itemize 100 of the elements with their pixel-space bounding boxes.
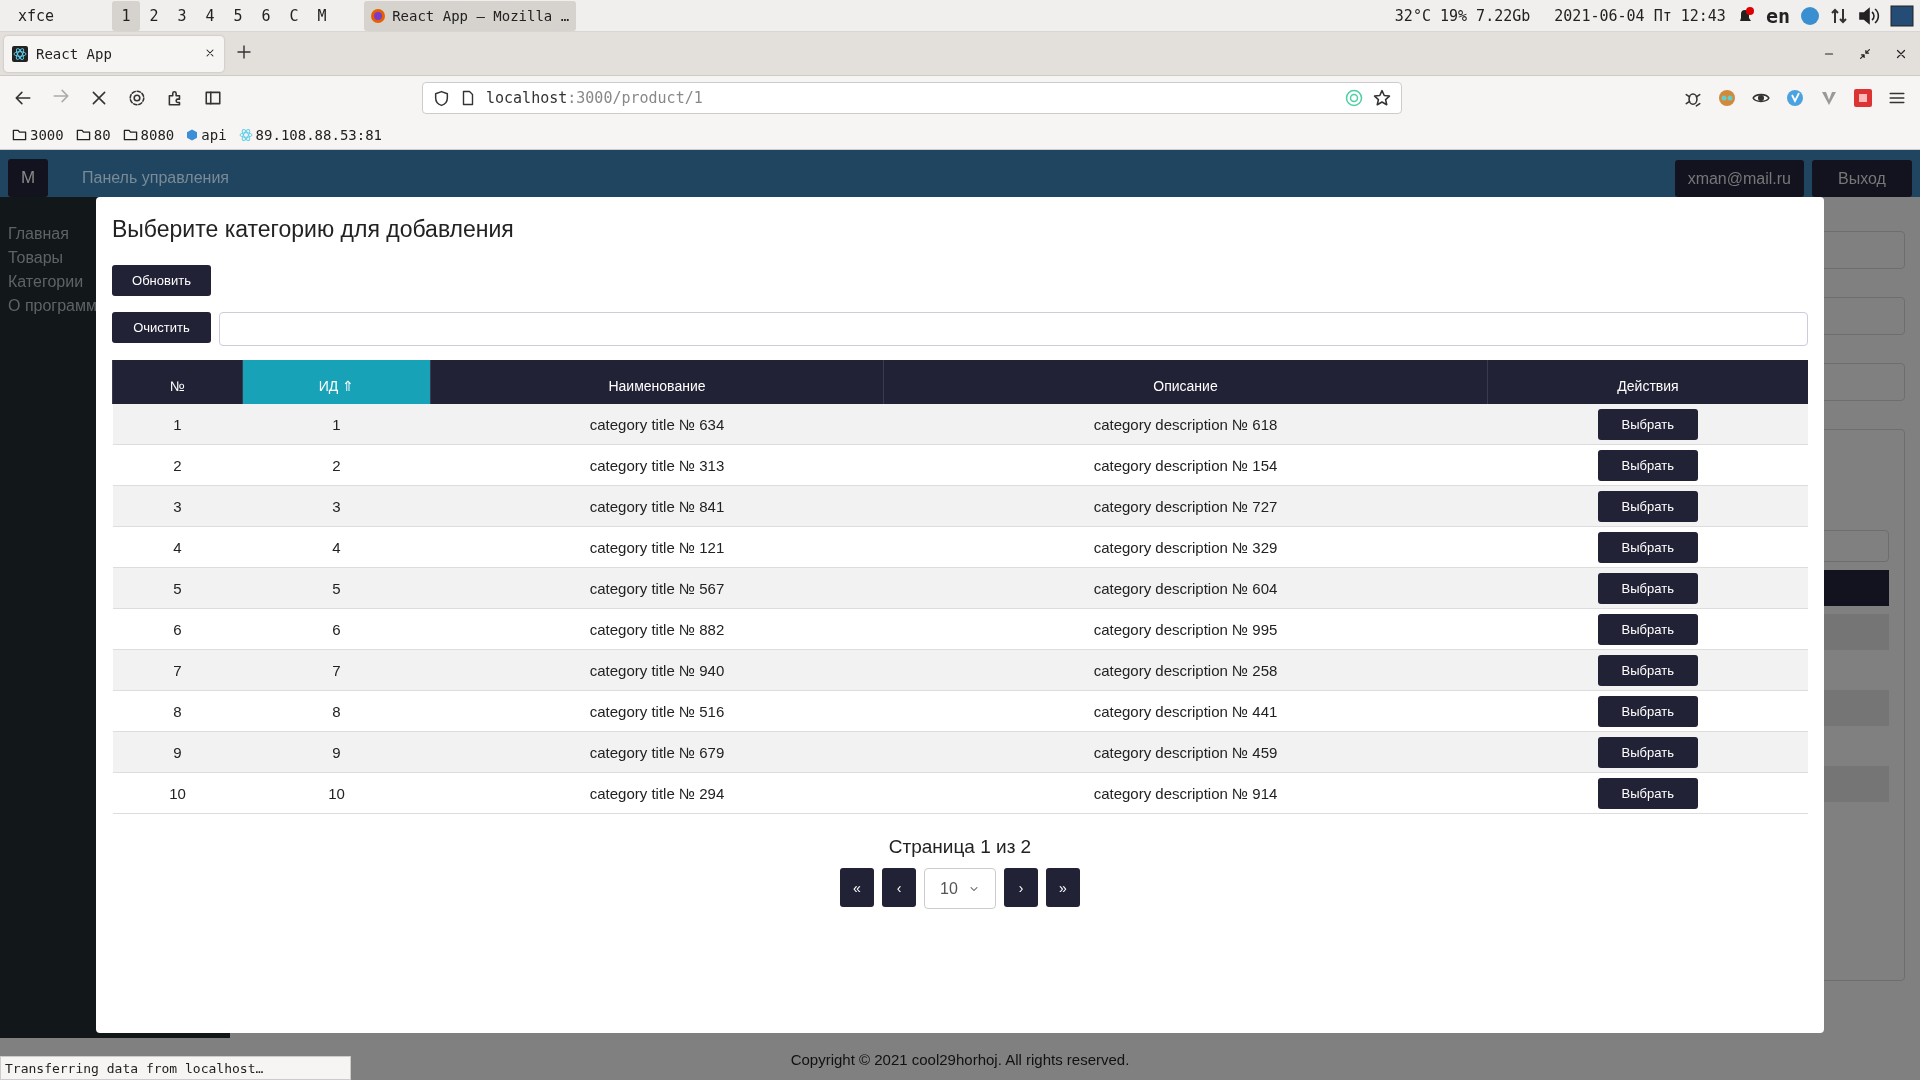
status-text: Transferring data from localhost…	[0, 1056, 351, 1080]
select-button[interactable]: Выбрать	[1597, 736, 1698, 768]
menu-label[interactable]: xfce	[0, 6, 73, 25]
user-button[interactable]: xman@mail.ru	[1674, 160, 1804, 197]
table-cell: category description № 459	[1093, 743, 1278, 761]
bookmark[interactable]: api	[186, 126, 227, 143]
workspace-button[interactable]: C	[280, 0, 309, 31]
select-button[interactable]: Выбрать	[1597, 531, 1698, 563]
workspace-button[interactable]: 3	[168, 0, 197, 31]
shield-icon	[433, 89, 450, 107]
check-badge-icon[interactable]	[1786, 89, 1804, 107]
monitor-icon[interactable]	[1890, 4, 1914, 27]
folder-icon	[122, 127, 138, 142]
table-cell: category description № 329	[1093, 538, 1278, 556]
last-page-button[interactable]: »	[1046, 868, 1080, 907]
browser-icon	[370, 7, 387, 24]
table-cell: category description № 914	[1093, 784, 1278, 802]
table-cell: 6	[173, 620, 182, 638]
table-cell: 5	[332, 579, 341, 597]
address-bar[interactable]: localhost:3000/product/1	[422, 82, 1402, 114]
back-icon[interactable]	[14, 89, 32, 107]
table-cell: category description № 154	[1093, 456, 1278, 474]
restore-icon[interactable]	[1858, 46, 1872, 61]
workspace-button[interactable]: 5	[224, 0, 253, 31]
table-cell: 1	[173, 415, 182, 433]
cube-icon	[186, 128, 199, 141]
table-cell: category title № 882	[589, 620, 725, 638]
column-header[interactable]: Описание	[883, 360, 1488, 404]
table-cell: category description № 618	[1093, 415, 1278, 433]
star-icon[interactable]	[1373, 89, 1391, 107]
column-header[interactable]: Наименование	[430, 360, 884, 404]
sidebar-icon[interactable]	[204, 89, 222, 107]
filter-field[interactable]	[219, 312, 1808, 346]
folder-icon	[75, 127, 91, 142]
workspace-button[interactable]: 6	[252, 0, 281, 31]
table-cell: category title № 567	[589, 579, 725, 597]
stop-icon[interactable]	[90, 89, 108, 107]
workspace-button[interactable]: 4	[196, 0, 225, 31]
copyright-text: Copyright © 2021 cool29horhoj. All rights reserved.	[790, 1050, 1130, 1068]
table-cell: category description № 604	[1093, 579, 1278, 597]
previous-page-button[interactable]: ‹	[882, 868, 916, 907]
table-cell: category title № 841	[589, 497, 725, 515]
select-button[interactable]: Выбрать	[1597, 490, 1698, 522]
select-button[interactable]: Выбрать	[1597, 408, 1698, 440]
table-cell: 9	[173, 743, 182, 761]
column-header[interactable]: №	[112, 360, 243, 404]
logo[interactable]: M	[8, 159, 48, 197]
table-cell: 4	[173, 538, 182, 556]
table-cell: 6	[332, 620, 341, 638]
page-size-select[interactable]: 10	[924, 868, 996, 909]
bookmark[interactable]: 80	[75, 126, 111, 143]
refresh-button[interactable]: Обновить	[112, 265, 211, 296]
first-page-button[interactable]: «	[840, 868, 874, 907]
select-button[interactable]: Выбрать	[1597, 572, 1698, 604]
select-button[interactable]: Выбрать	[1597, 777, 1698, 809]
app-title: Панель управления	[82, 169, 229, 187]
workspace-button[interactable]: 2	[140, 0, 169, 31]
network-icon[interactable]	[1830, 6, 1848, 25]
table-cell: category title № 121	[589, 538, 725, 556]
keyboard-layout[interactable]: en	[1765, 3, 1790, 28]
table-cell: category description № 441	[1093, 702, 1278, 720]
bookmark[interactable]: 8080	[122, 126, 175, 143]
plus-icon[interactable]	[236, 43, 252, 60]
table-cell: category description № 995	[1093, 620, 1278, 638]
select-button[interactable]: Выбрать	[1597, 695, 1698, 727]
atom-icon	[238, 127, 253, 142]
clock: 2021-06-04 Пт 12:43	[1554, 6, 1726, 25]
table-cell: 2	[173, 456, 182, 474]
select-button[interactable]: Выбрать	[1597, 613, 1698, 645]
table-cell: category title № 313	[589, 456, 725, 474]
table-cell: 5	[173, 579, 182, 597]
table-cell: category title № 634	[589, 415, 725, 433]
owl-icon[interactable]	[1718, 89, 1736, 107]
workspace-button[interactable]: 1	[112, 0, 141, 31]
table-cell: 10	[169, 784, 186, 802]
table-cell: 8	[173, 702, 182, 720]
bookmark[interactable]: 3000	[12, 126, 64, 143]
table-cell: 8	[332, 702, 341, 720]
table-cell: 9	[332, 743, 341, 761]
table-cell: category description № 258	[1093, 661, 1278, 679]
taskbar-item[interactable]: React App — Mozilla …	[364, 0, 577, 31]
table-cell: category description № 727	[1093, 497, 1278, 515]
table-cell: 7	[173, 661, 182, 679]
browser-tab[interactable]: React App	[4, 35, 224, 72]
clear-button[interactable]: Очистить	[112, 312, 211, 343]
bookmark[interactable]: 89.108.88.53:81	[238, 126, 383, 143]
select-button[interactable]: Выбрать	[1597, 654, 1698, 686]
next-page-button[interactable]: ›	[1004, 868, 1038, 907]
table-cell: 1	[332, 415, 341, 433]
table-cell: 3	[332, 497, 341, 515]
workspace-button[interactable]: M	[308, 0, 337, 31]
modal-title: Выберите категорию для добавления	[112, 215, 515, 244]
table-cell: 4	[332, 538, 341, 556]
select-button[interactable]: Выбрать	[1597, 449, 1698, 481]
logout-button[interactable]: Выход	[1812, 160, 1912, 197]
page-label: Страница 1 из 2	[888, 836, 1032, 857]
volume-icon[interactable]	[1858, 5, 1880, 26]
column-header[interactable]: Действия	[1487, 360, 1808, 404]
v-icon[interactable]	[1820, 89, 1838, 107]
atom-icon	[12, 45, 28, 62]
